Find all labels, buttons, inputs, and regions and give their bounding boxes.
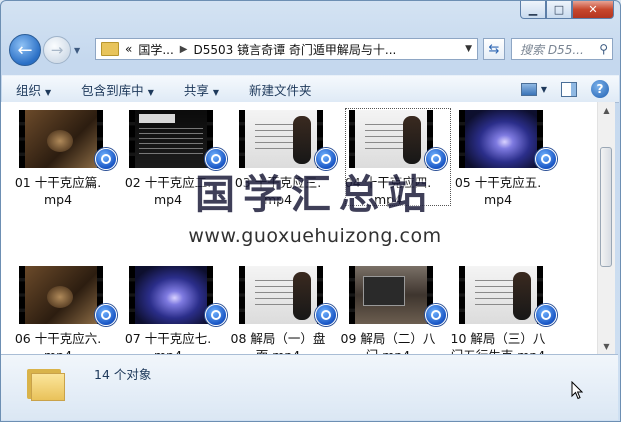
file-item[interactable]: 08 解局（一）盘 面.mp4 bbox=[225, 262, 337, 354]
recent-pages-dropdown[interactable]: ▼ bbox=[74, 46, 80, 55]
media-player-icon bbox=[95, 304, 117, 326]
vertical-scrollbar[interactable]: ▲ ▼ bbox=[597, 102, 615, 354]
scrollbar-thumb[interactable] bbox=[600, 147, 612, 267]
item-count: 14 个对象 bbox=[94, 367, 152, 382]
folder-icon bbox=[27, 365, 67, 401]
view-controls: ▼ ? bbox=[520, 80, 619, 98]
arrow-left-icon: ← bbox=[17, 39, 33, 61]
file-name: 09 解局（二）八 门.mp4 bbox=[340, 331, 436, 354]
chevron-down-icon: ▼ bbox=[147, 87, 154, 97]
video-thumbnail bbox=[349, 266, 433, 324]
search-placeholder: 搜索 D55... bbox=[520, 42, 584, 57]
media-player-icon bbox=[535, 148, 557, 170]
search-input[interactable]: 搜索 D55... ⚲ bbox=[511, 38, 613, 60]
include-in-library-button[interactable]: 包含到库中 ▼ bbox=[81, 80, 154, 99]
video-thumbnail bbox=[19, 110, 103, 168]
video-thumbnail bbox=[129, 266, 213, 324]
breadcrumb-parent[interactable]: 国学... bbox=[138, 41, 173, 58]
back-button[interactable]: ← bbox=[9, 34, 41, 66]
file-item[interactable]: 10 解局（三）八 门五行生克.mp4 bbox=[445, 262, 557, 354]
refresh-icon: ⇆ bbox=[488, 41, 500, 57]
share-button[interactable]: 共享 ▼ bbox=[184, 80, 219, 99]
maximize-button[interactable]: □ bbox=[546, 1, 572, 19]
details-pane: 14 个对象 bbox=[1, 354, 618, 420]
chevron-down-icon: ▼ bbox=[212, 87, 220, 97]
minimize-button[interactable]: ▁ bbox=[520, 1, 546, 19]
file-name: 01 十干克应篇. mp4 bbox=[14, 175, 102, 207]
file-name: 05 十干克应五. mp4 bbox=[454, 175, 542, 207]
file-name: 08 解局（一）盘 面.mp4 bbox=[230, 331, 326, 354]
video-thumbnail bbox=[129, 110, 213, 168]
caption-buttons: ▁ □ ✕ bbox=[520, 1, 614, 19]
search-icon[interactable]: ⚲ bbox=[599, 42, 608, 56]
chevron-down-icon: ▼ bbox=[74, 45, 81, 55]
close-button[interactable]: ✕ bbox=[572, 1, 614, 19]
media-player-icon bbox=[535, 304, 557, 326]
breadcrumb-overflow[interactable]: « bbox=[125, 42, 132, 56]
breadcrumb-current[interactable]: D5503 镜言奇谭 奇门遁甲解局与十... bbox=[194, 41, 397, 58]
file-item[interactable]: 06 十干克应六. mp4 bbox=[5, 262, 117, 354]
scroll-up-icon[interactable]: ▲ bbox=[598, 102, 615, 118]
help-icon[interactable]: ? bbox=[591, 80, 609, 98]
refresh-button[interactable]: ⇆ bbox=[483, 38, 505, 60]
view-dropdown-icon[interactable]: ▼ bbox=[541, 85, 547, 94]
watermark-title: 国学汇总站 bbox=[195, 172, 435, 218]
command-bar: 组织 ▼ 包含到库中 ▼ 共享 ▼ 新建文件夹 ▼ ? bbox=[2, 75, 619, 103]
file-item[interactable]: 09 解局（二）八 门.mp4 bbox=[335, 262, 447, 354]
video-thumbnail bbox=[239, 110, 323, 168]
preview-pane-icon[interactable] bbox=[561, 81, 577, 97]
address-dropdown-icon[interactable]: ▼ bbox=[465, 44, 472, 54]
file-item[interactable]: 01 十干克应篇. mp4 bbox=[5, 106, 117, 207]
video-thumbnail bbox=[459, 266, 543, 324]
media-player-icon bbox=[315, 304, 337, 326]
share-label: 共享 bbox=[183, 82, 209, 98]
arrow-right-icon: → bbox=[50, 41, 64, 59]
chevron-down-icon: ▼ bbox=[45, 87, 52, 97]
navigation-buttons: ← → ▼ bbox=[9, 34, 80, 66]
organize-label: 组织 bbox=[16, 82, 42, 98]
forward-button[interactable]: → bbox=[43, 36, 71, 64]
address-bar[interactable]: « 国学... ▶ D5503 镜言奇谭 奇门遁甲解局与十... ▼ bbox=[95, 38, 478, 60]
media-player-icon bbox=[205, 304, 227, 326]
video-thumbnail bbox=[349, 110, 433, 168]
file-item[interactable]: 05 十干克应五. mp4 bbox=[445, 106, 557, 207]
include-in-library-label: 包含到库中 bbox=[81, 82, 144, 98]
watermark-url: www.guoxuehuizong.com bbox=[188, 225, 442, 247]
scroll-down-icon[interactable]: ▼ bbox=[598, 338, 615, 354]
file-name: 10 解局（三）八 门五行生克.mp4 bbox=[450, 331, 546, 354]
folder-icon bbox=[101, 42, 119, 56]
breadcrumb-separator[interactable]: ▶ bbox=[180, 44, 188, 55]
new-folder-label: 新建文件夹 bbox=[249, 82, 312, 98]
video-thumbnail bbox=[459, 110, 543, 168]
video-thumbnail bbox=[19, 266, 103, 324]
file-name: 06 十干克应六. mp4 bbox=[14, 331, 102, 354]
media-player-icon bbox=[95, 148, 117, 170]
new-folder-button[interactable]: 新建文件夹 bbox=[249, 80, 312, 99]
file-name: 07 十干克应七. mp4 bbox=[124, 331, 212, 354]
mouse-cursor-icon bbox=[571, 381, 583, 400]
organize-button[interactable]: 组织 ▼ bbox=[16, 80, 51, 99]
video-thumbnail bbox=[239, 266, 323, 324]
file-item[interactable]: 07 十干克应七. mp4 bbox=[115, 262, 227, 354]
media-player-icon bbox=[425, 304, 447, 326]
view-icon[interactable] bbox=[520, 82, 537, 96]
